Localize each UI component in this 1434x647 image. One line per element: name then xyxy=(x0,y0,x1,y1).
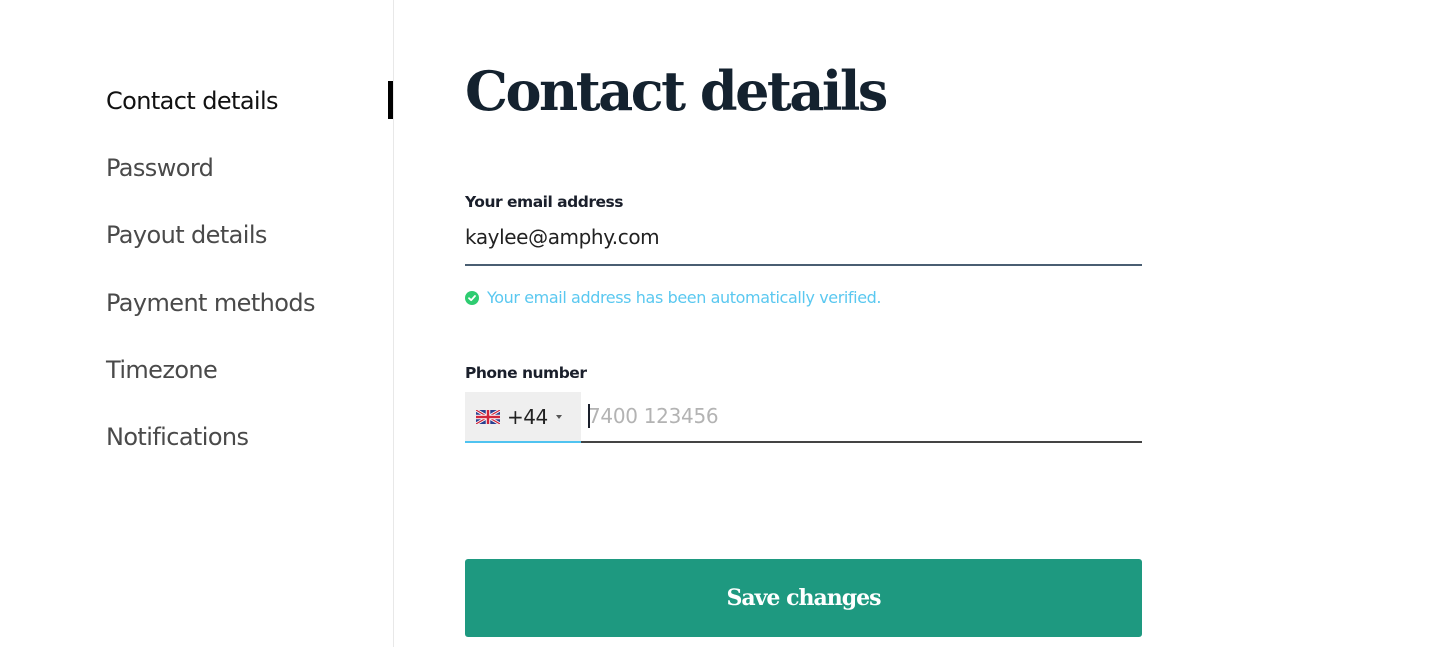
phone-label: Phone number xyxy=(465,364,587,382)
active-indicator xyxy=(388,81,393,119)
email-label: Your email address xyxy=(465,193,623,211)
check-circle-icon xyxy=(465,290,479,305)
uk-flag-icon xyxy=(475,408,501,425)
email-field[interactable] xyxy=(465,222,1142,266)
settings-sidebar: Contact details Password Payout details … xyxy=(0,0,394,647)
phone-number-field: +44 xyxy=(465,392,1142,443)
sidebar-item-contact-details[interactable]: Contact details xyxy=(106,86,279,116)
save-changes-button[interactable]: Save changes xyxy=(465,559,1142,637)
sidebar-item-password[interactable]: Password xyxy=(106,153,214,183)
verified-message: Your email address has been automaticall… xyxy=(487,288,882,307)
email-verified-status: Your email address has been automaticall… xyxy=(465,288,882,307)
dial-code: +44 xyxy=(507,404,548,429)
text-cursor xyxy=(588,404,590,428)
sidebar-item-payment-methods[interactable]: Payment methods xyxy=(106,288,315,318)
country-code-select[interactable]: +44 xyxy=(465,392,581,443)
phone-input[interactable] xyxy=(581,392,1142,443)
sidebar-item-notifications[interactable]: Notifications xyxy=(106,422,249,452)
caret-down-icon xyxy=(555,414,562,419)
sidebar-item-timezone[interactable]: Timezone xyxy=(106,355,218,385)
page-title: Contact details xyxy=(465,59,888,123)
sidebar-item-payout-details[interactable]: Payout details xyxy=(106,220,267,250)
